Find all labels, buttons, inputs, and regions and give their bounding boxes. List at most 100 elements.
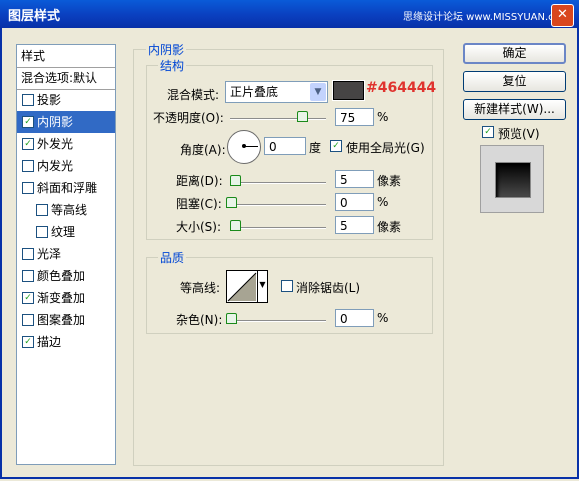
blend-mode-select[interactable]: 正片叠底 ▼ [225, 81, 328, 103]
checkbox-checked[interactable]: ✓ [22, 138, 34, 150]
checkbox-checked[interactable]: ✓ [22, 116, 34, 128]
opacity-slider-track[interactable] [230, 118, 326, 120]
sidebar-item-label: 内发光 [37, 159, 74, 173]
sidebar-item[interactable]: ✓ 描边 [17, 331, 115, 353]
contour-label: 等高线: [180, 281, 221, 295]
sidebar-item-label: 等高线 [51, 203, 88, 217]
preview-label: 预览(V) [498, 127, 540, 141]
opacity-label: 不透明度(O): [153, 111, 224, 125]
style-list: 样式 混合选项:默认 投影 ✓ 内阴影 ✓ 外发光 内发光 斜面和浮雕 等高线 纹理 光泽 颜色叠加 ✓ 渐… [16, 44, 116, 465]
sidebar-item[interactable]: 内发光 [17, 155, 115, 177]
quality-title: 品质 [158, 249, 187, 266]
style-preview-swatch [495, 162, 531, 198]
angle-label: 角度(A): [180, 143, 226, 157]
chevron-down-icon: ▼ [310, 83, 326, 101]
checkbox-unchecked[interactable] [22, 182, 34, 194]
sidebar-item-label: 颜色叠加 [37, 269, 86, 283]
angle-needle [244, 146, 258, 147]
blend-mode-value: 正片叠底 [230, 85, 279, 99]
sidebar-item[interactable]: 纹理 [17, 221, 115, 243]
sidebar-item[interactable]: ✓ 渐变叠加 [17, 287, 115, 309]
angle-unit: 度 [309, 141, 322, 155]
global-light-checkbox[interactable]: ✓ [330, 140, 342, 152]
window-title: 图层样式 [8, 9, 61, 24]
sidebar-item-label: 混合选项:默认 [21, 71, 98, 85]
structure-title: 结构 [158, 57, 187, 74]
distance-label: 距离(D): [176, 174, 223, 188]
sidebar-item[interactable]: 颜色叠加 [17, 265, 115, 287]
size-label: 大小(S): [176, 220, 222, 234]
distance-unit: 像素 [377, 174, 402, 188]
size-slider-track[interactable] [230, 227, 326, 229]
sidebar-item-label: 光泽 [37, 247, 62, 261]
reset-button[interactable]: 复位 [463, 71, 566, 92]
sidebar-item-label: 外发光 [37, 137, 74, 151]
antialias-label: 消除锯齿(L) [296, 281, 361, 295]
checkbox-unchecked[interactable] [22, 314, 34, 326]
checkbox-unchecked[interactable] [36, 226, 48, 238]
watermark-text: 思缘设计论坛 www.MISSYUAN.com [403, 12, 570, 23]
angle-input[interactable]: 0 [264, 137, 306, 155]
noise-slider-thumb[interactable] [226, 313, 237, 324]
sidebar-item[interactable]: 混合选项:默认 [17, 67, 115, 90]
sidebar-item[interactable]: 光泽 [17, 243, 115, 265]
antialias-checkbox[interactable] [281, 280, 293, 292]
contour-preview-icon [227, 272, 257, 302]
contour-picker[interactable]: ▼ [226, 270, 268, 303]
sidebar-item[interactable]: 图案叠加 [17, 309, 115, 331]
angle-center-dot [242, 144, 246, 148]
checkbox-unchecked[interactable] [22, 248, 34, 260]
opacity-input[interactable]: 75 [335, 108, 374, 126]
noise-input[interactable]: 0 [335, 309, 374, 327]
choke-unit: % [377, 195, 389, 209]
sidebar-item-label: 纹理 [51, 225, 76, 239]
noise-unit: % [377, 311, 389, 325]
noise-slider-track[interactable] [230, 320, 326, 322]
close-button[interactable]: ✕ [551, 4, 574, 27]
size-slider-thumb[interactable] [230, 220, 241, 231]
sidebar-item-label: 描边 [37, 335, 62, 349]
sidebar-item-label: 内阴影 [37, 115, 74, 129]
checkbox-unchecked[interactable] [22, 270, 34, 282]
sidebar-item-label: 图案叠加 [37, 313, 86, 327]
sidebar-item-label: 斜面和浮雕 [37, 181, 98, 195]
choke-slider-thumb[interactable] [226, 197, 237, 208]
style-preview-thumbnail [480, 145, 544, 213]
choke-input[interactable]: 0 [335, 193, 374, 211]
global-light-label: 使用全局光(G) [346, 141, 425, 155]
sidebar-item[interactable]: 等高线 [17, 199, 115, 221]
opacity-unit: % [377, 110, 389, 124]
shadow-color-hex: #464444 [366, 80, 437, 96]
size-input[interactable]: 5 [335, 216, 374, 234]
title-bar: 图层样式 思缘设计论坛 www.MISSYUAN.com ✕ [0, 0, 579, 28]
noise-label: 杂色(N): [176, 313, 223, 327]
sidebar-item[interactable]: ✓ 内阴影 [17, 111, 115, 133]
preview-checkbox[interactable]: ✓ [482, 126, 494, 138]
checkbox-checked[interactable]: ✓ [22, 292, 34, 304]
distance-slider-thumb[interactable] [230, 175, 241, 186]
distance-slider-track[interactable] [230, 182, 326, 184]
sidebar-item[interactable]: 样式 [17, 45, 115, 68]
contour-dropdown-icon[interactable]: ▼ [257, 271, 267, 302]
choke-label: 阻塞(C): [176, 197, 222, 211]
checkbox-checked[interactable]: ✓ [22, 336, 34, 348]
sidebar-item-label: 投影 [37, 93, 62, 107]
sidebar-item-label: 样式 [21, 49, 46, 63]
new-style-button[interactable]: 新建样式(W)... [463, 99, 566, 120]
checkbox-unchecked[interactable] [22, 160, 34, 172]
ok-button[interactable]: 确定 [463, 43, 566, 64]
inner-shadow-title: 内阴影 [146, 41, 187, 58]
sidebar-item[interactable]: ✓ 外发光 [17, 133, 115, 155]
distance-input[interactable]: 5 [335, 170, 374, 188]
sidebar-item[interactable]: 斜面和浮雕 [17, 177, 115, 199]
opacity-slider-thumb[interactable] [297, 111, 308, 122]
sidebar-item[interactable]: 投影 [17, 89, 115, 111]
checkbox-unchecked[interactable] [22, 94, 34, 106]
blend-mode-label: 混合模式: [167, 88, 220, 102]
sidebar-item-label: 渐变叠加 [37, 291, 86, 305]
checkbox-unchecked[interactable] [36, 204, 48, 216]
shadow-color-swatch[interactable] [332, 80, 365, 101]
angle-dial[interactable] [227, 130, 261, 164]
size-unit: 像素 [377, 220, 402, 234]
choke-slider-track[interactable] [230, 204, 326, 206]
